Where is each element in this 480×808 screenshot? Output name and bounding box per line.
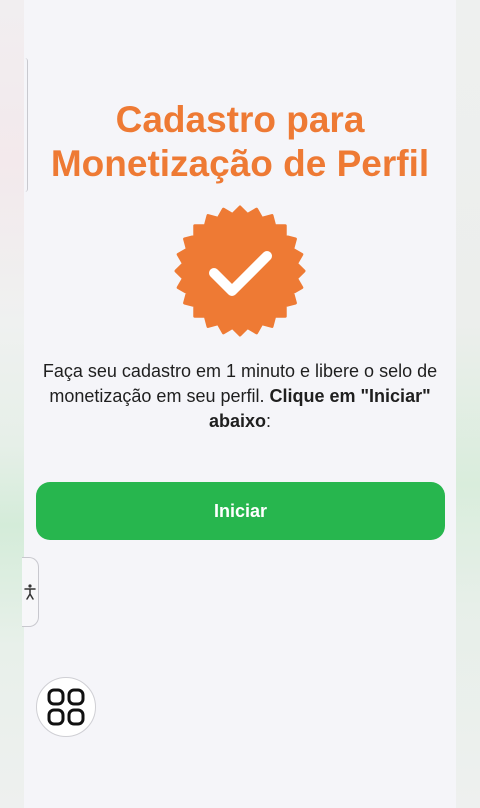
description-text: Faça seu cadastro em 1 minuto e libere o…: [34, 359, 446, 434]
start-button[interactable]: Iniciar: [36, 482, 445, 540]
accessibility-tab[interactable]: [22, 557, 39, 627]
accessibility-icon: [24, 584, 36, 600]
title-line-2: Monetização de Perfil: [50, 143, 430, 184]
start-button-label: Iniciar: [213, 500, 268, 521]
verified-badge-icon: [174, 205, 306, 337]
title-line-1: Cadastro para: [115, 99, 365, 140]
apps-grid-icon: [47, 688, 85, 726]
description-suffix: :: [266, 411, 272, 431]
apps-grid-button[interactable]: [36, 677, 96, 737]
background-left-strip: [0, 0, 24, 808]
page-title: Cadastro para Monetização de Perfil: [24, 98, 456, 186]
background-right-strip: [456, 0, 480, 808]
